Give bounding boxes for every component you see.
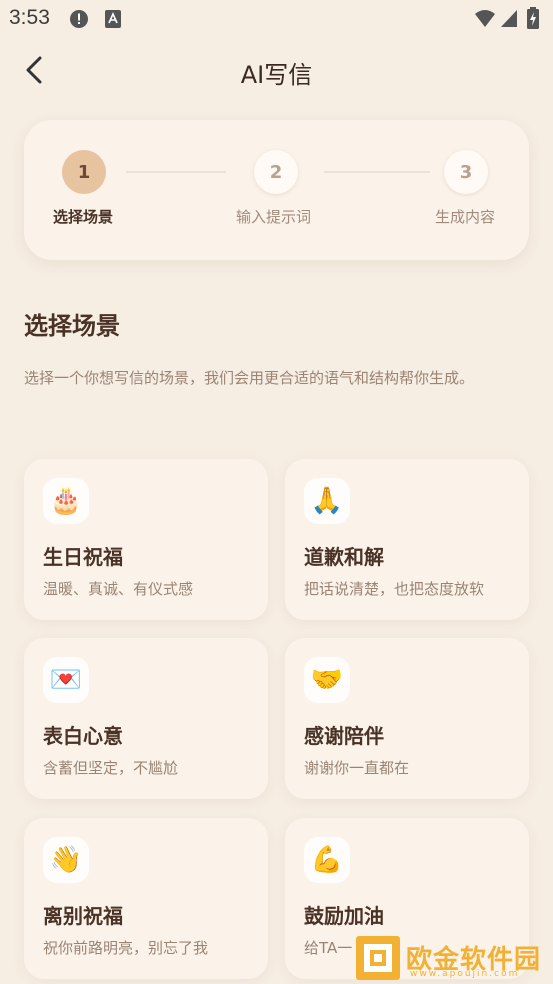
- app-header: AI写信: [0, 38, 553, 104]
- scene-subtitle: 温暖、真诚、有仪式感: [43, 580, 194, 598]
- scene-card-farewell[interactable]: 👋 离别祝福 祝你前路明亮，别忘了我: [24, 818, 268, 979]
- step-2-label: 输入提示词: [236, 208, 312, 226]
- wifi-icon: [474, 8, 496, 32]
- flexed-biceps-icon: 💪: [304, 837, 350, 883]
- step-1-circle: 1: [62, 150, 106, 194]
- scene-title: 表白心意: [43, 724, 123, 748]
- watermark-url: www.apoujin.com: [410, 969, 520, 979]
- scene-subtitle: 含蓄但坚定，不尴尬: [43, 759, 179, 777]
- step-connector-2: [324, 171, 430, 173]
- scene-title: 道歉和解: [304, 545, 384, 569]
- status-time: 3:53: [9, 6, 50, 29]
- scene-title: 感谢陪伴: [304, 724, 384, 748]
- folded-hands-icon: 🙏: [304, 478, 350, 524]
- scene-title: 生日祝福: [43, 545, 123, 569]
- waving-hand-icon: 👋: [43, 837, 89, 883]
- scene-subtitle: 给TA一: [304, 939, 353, 957]
- watermark-logo-icon: [356, 936, 400, 980]
- step-3-circle: 3: [444, 150, 488, 194]
- scene-card-thanks[interactable]: 🤝 感谢陪伴 谢谢你一直都在: [285, 638, 529, 799]
- status-bar: 3:53: [0, 0, 553, 38]
- page-title: AI写信: [240, 61, 313, 89]
- section-description: 选择一个你想写信的场景，我们会用更合适的语气和结构帮你生成。: [24, 369, 475, 387]
- scene-title: 离别祝福: [43, 904, 123, 928]
- scene-subtitle: 把话说清楚，也把态度放软: [304, 580, 485, 598]
- love-letter-icon: 💌: [43, 657, 89, 703]
- step-connector-1: [126, 171, 226, 173]
- scene-subtitle: 谢谢你一直都在: [304, 759, 410, 777]
- scene-card-confession[interactable]: 💌 表白心意 含蓄但坚定，不尴尬: [24, 638, 268, 799]
- keyboard-a-icon: [104, 9, 122, 33]
- scene-card-birthday[interactable]: 🎂 生日祝福 温暖、真诚、有仪式感: [24, 459, 268, 620]
- battery-charging-icon: [526, 7, 540, 33]
- step-3-label: 生成内容: [435, 208, 496, 226]
- watermark: 欧金软件园 www.apoujin.com: [356, 936, 546, 982]
- step-1-label: 选择场景: [53, 208, 114, 226]
- progress-stepper: 1 2 3 选择场景 输入提示词 生成内容: [24, 120, 529, 260]
- scene-title: 鼓励加油: [304, 904, 384, 928]
- birthday-cake-icon: 🎂: [43, 478, 89, 524]
- alert-icon: [69, 9, 89, 33]
- handshake-icon: 🤝: [304, 657, 350, 703]
- scene-subtitle: 祝你前路明亮，别忘了我: [43, 939, 209, 957]
- scene-card-apology[interactable]: 🙏 道歉和解 把话说清楚，也把态度放软: [285, 459, 529, 620]
- signal-icon: [500, 8, 518, 32]
- step-2-circle: 2: [254, 150, 298, 194]
- section-title: 选择场景: [24, 312, 120, 340]
